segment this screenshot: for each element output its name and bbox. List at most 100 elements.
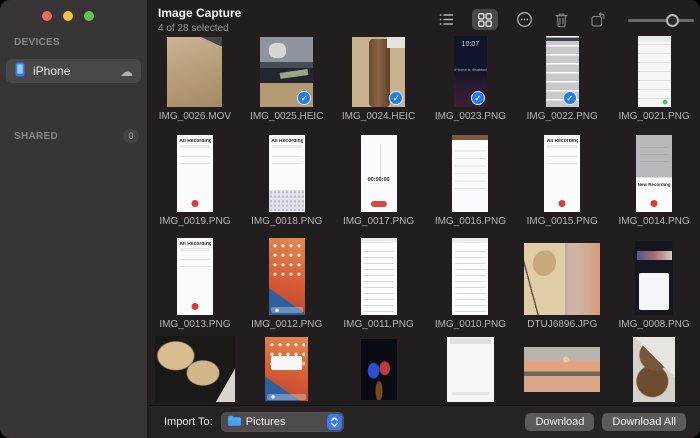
slider-track[interactable]: [628, 19, 694, 22]
photo-filename: IMG_0019.PNG: [159, 216, 230, 227]
photo-item[interactable]: All Recordings IMG_0019.PNG: [149, 125, 241, 230]
cloud-icon: ☁: [120, 65, 133, 78]
selected-checkmark-icon: ✓: [389, 91, 403, 105]
photo-item[interactable]: ✓ IMG_0022.PNG: [516, 36, 608, 125]
photo-item[interactable]: [425, 333, 517, 405]
photo-filename: IMG_0012.PNG: [251, 319, 322, 330]
photo-item[interactable]: IMG_0008.PNG: [608, 230, 700, 333]
device-name: iPhone: [33, 64, 120, 78]
shared-section[interactable]: SHARED 0: [14, 129, 139, 143]
photo-item[interactable]: [149, 333, 241, 405]
photo-thumbnail: [447, 337, 494, 402]
destination-popup[interactable]: Pictures: [221, 412, 344, 432]
photo-item[interactable]: All Recordings IMG_0013.PNG: [149, 230, 241, 333]
photo-thumbnail: [524, 347, 600, 392]
destination-value: Pictures: [246, 416, 322, 428]
delete-button[interactable]: [550, 10, 572, 30]
photo-thumbnail: All Recordings: [177, 135, 213, 212]
thumbnail-dialog-art: [271, 356, 302, 369]
thumbnail-dock-art: [267, 394, 306, 400]
selected-checkmark-icon: ✓: [563, 91, 577, 105]
thumbnail-zoom-slider[interactable]: [628, 10, 694, 30]
photo-filename: DTUJ6896.JPG: [527, 319, 597, 330]
thumbnail-card-art: [639, 273, 669, 310]
photo-thumbnail: All Recordings: [177, 238, 213, 315]
photo-item[interactable]: [516, 333, 608, 405]
photo-thumbnail: [452, 135, 488, 212]
iphone-icon: [14, 62, 26, 80]
thumbnail-title-text: All Recordings: [271, 139, 303, 145]
import-to-label: Import To:: [164, 416, 213, 428]
photo-thumbnail: [265, 337, 308, 401]
photo-filename: IMG_0008.PNG: [619, 319, 690, 330]
photo-item[interactable]: ✓ IMG_0025.HEIC: [241, 36, 333, 125]
photo-item[interactable]: [241, 333, 333, 405]
photo-thumbnail: All Recordings: [269, 135, 305, 212]
photo-item[interactable]: New Recording IMG_0014.PNG: [608, 125, 700, 230]
photo-item[interactable]: IMG_0010.PNG: [425, 230, 517, 333]
window-controls: [0, 0, 147, 21]
shared-section-label: SHARED: [14, 131, 123, 142]
photo-thumbnail: [361, 339, 397, 400]
close-button[interactable]: [42, 11, 52, 21]
photo-thumbnail: [524, 243, 600, 315]
photo-thumbnail: [361, 238, 397, 315]
photo-thumbnail: ✓: [546, 36, 579, 107]
photo-item[interactable]: IMG_0016.PNG: [425, 125, 517, 230]
photo-item[interactable]: 10:07 iPhone is disabled ✓ IMG_0023.PNG: [425, 36, 517, 125]
photo-thumbnail: All Recordings: [544, 135, 580, 212]
toolbar: [435, 7, 694, 30]
photo-item[interactable]: IMG_0012.PNG: [241, 230, 333, 333]
photo-filename: IMG_0015.PNG: [527, 216, 598, 227]
photo-thumbnail: [638, 36, 671, 107]
image-capture-window: DEVICES iPhone ☁ SHARED 0 Image Capture …: [0, 0, 700, 438]
shared-count-badge: 0: [123, 129, 139, 143]
photo-item[interactable]: 00:00:00 IMG_0017.PNG: [333, 125, 425, 230]
photo-filename: IMG_0026.MOV: [159, 111, 231, 122]
download-button[interactable]: Download: [525, 413, 594, 431]
photo-item[interactable]: [333, 333, 425, 405]
photo-thumbnail: [167, 37, 222, 107]
more-options-button[interactable]: [513, 10, 535, 30]
photo-filename: IMG_0018.PNG: [251, 216, 322, 227]
photo-filename: IMG_0011.PNG: [343, 319, 413, 330]
photo-thumbnail: ✓: [260, 37, 313, 107]
photo-item[interactable]: IMG_0011.PNG: [333, 230, 425, 333]
photo-thumbnail: 10:07 iPhone is disabled ✓: [454, 36, 487, 107]
fullscreen-button[interactable]: [84, 11, 94, 21]
thumbnail-appgrid-art: [271, 241, 302, 278]
photo-item[interactable]: ✓ IMG_0024.HEIC: [333, 36, 425, 125]
photo-filename: IMG_0013.PNG: [159, 319, 230, 330]
photo-filename: IMG_0010.PNG: [435, 319, 506, 330]
selected-checkmark-icon: ✓: [471, 91, 485, 105]
grid-view-button[interactable]: [472, 9, 498, 30]
record-dot: [559, 200, 566, 207]
photo-item[interactable]: All Recordings IMG_0018.PNG: [241, 125, 333, 230]
download-all-button[interactable]: Download All: [602, 413, 686, 431]
photo-filename: IMG_0016.PNG: [435, 216, 506, 227]
photo-item[interactable]: All Recordings IMG_0015.PNG: [516, 125, 608, 230]
photo-filename: IMG_0022.PNG: [527, 111, 598, 122]
list-view-button[interactable]: [435, 10, 457, 30]
photo-item[interactable]: DTUJ6896.JPG: [516, 230, 608, 333]
photo-item[interactable]: IMG_0026.MOV: [149, 36, 241, 125]
selection-status: 4 of 28 selected: [158, 23, 435, 34]
thumbnail-title-text: All Recordings: [547, 139, 579, 145]
sidebar-item-iphone[interactable]: iPhone ☁: [6, 59, 141, 83]
photo-filename: IMG_0021.PNG: [619, 111, 690, 122]
rotate-button[interactable]: [587, 10, 609, 30]
photo-item[interactable]: IMG_0021.PNG: [608, 36, 700, 125]
photo-item[interactable]: [608, 333, 700, 405]
popup-chevrons-icon: [327, 414, 342, 430]
photo-grid: IMG_0026.MOV ✓ IMG_0025.HEIC ✓ IMG_0024.…: [149, 36, 700, 405]
sidebar: DEVICES iPhone ☁ SHARED 0: [0, 0, 148, 438]
photo-thumbnail: 00:00:00: [361, 135, 397, 212]
photo-filename: IMG_0014.PNG: [619, 216, 690, 227]
minimize-button[interactable]: [63, 11, 73, 21]
thumbnail-title-text: All Recordings: [179, 242, 211, 248]
header: Image Capture 4 of 28 selected: [149, 0, 700, 36]
photo-thumbnail: [633, 337, 675, 402]
photo-thumbnail: New Recording: [636, 135, 672, 212]
photo-thumbnail: [269, 238, 305, 315]
slider-knob[interactable]: [666, 14, 679, 27]
